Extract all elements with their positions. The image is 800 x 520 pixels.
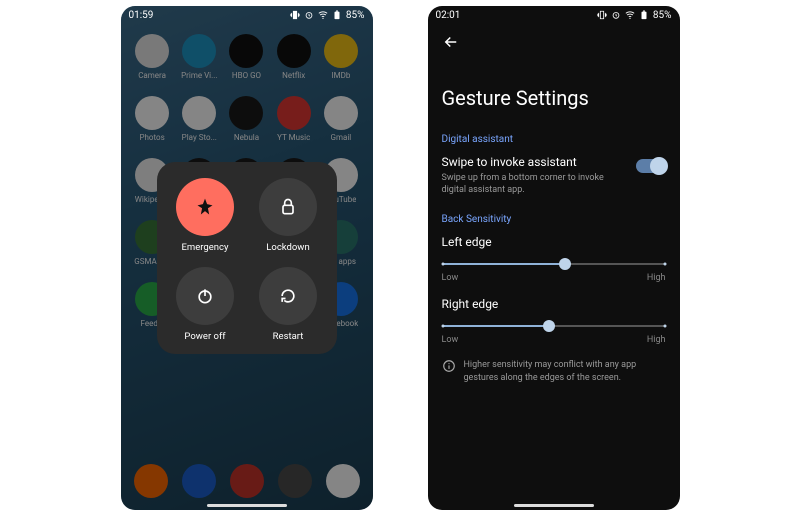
- status-battery: 85%: [653, 10, 672, 21]
- info-icon: [442, 359, 456, 373]
- status-time: 01:59: [129, 10, 154, 21]
- power-off-label: Power off: [184, 331, 225, 342]
- power-restart[interactable]: Restart: [250, 267, 327, 342]
- right-edge-label: Right edge: [442, 297, 666, 311]
- nav-home-pill[interactable]: [207, 504, 287, 507]
- phone-home: 01:59 85% CameraPrime Vi...HBO GONetflix…: [121, 6, 373, 510]
- battery-icon: [639, 10, 649, 20]
- power-off[interactable]: Power off: [167, 267, 244, 342]
- lock-icon: [259, 178, 317, 236]
- section-back-sensitivity: Back Sensitivity: [442, 214, 666, 225]
- status-icons: 85%: [597, 10, 672, 21]
- swipe-assistant-toggle[interactable]: [636, 159, 666, 173]
- right-edge-high: High: [647, 335, 666, 345]
- right-edge-block: Right edge Low High: [442, 297, 666, 345]
- section-digital-assistant: Digital assistant: [442, 134, 666, 145]
- vibrate-icon: [597, 10, 607, 20]
- left-edge-label: Left edge: [442, 235, 666, 249]
- power-icon: [176, 267, 234, 325]
- status-icons: 85%: [290, 10, 365, 21]
- restart-icon: [259, 267, 317, 325]
- page-title: Gesture Settings: [442, 86, 666, 110]
- back-button[interactable]: [442, 33, 460, 54]
- nav-home-pill[interactable]: [514, 504, 594, 507]
- left-edge-block: Left edge Low High: [442, 235, 666, 283]
- power-restart-label: Restart: [273, 331, 304, 342]
- status-time: 02:01: [436, 10, 461, 21]
- alarm-icon: [611, 10, 621, 20]
- power-lockdown[interactable]: Lockdown: [250, 178, 327, 253]
- wifi-icon: [318, 10, 328, 20]
- left-edge-high: High: [647, 273, 666, 283]
- status-bar: 02:01 85%: [428, 6, 680, 24]
- arrow-left-icon: [442, 33, 460, 51]
- battery-icon: [332, 10, 342, 20]
- status-battery: 85%: [346, 10, 365, 21]
- sensitivity-info-text: Higher sensitivity may conflict with any…: [464, 359, 666, 384]
- power-lockdown-label: Lockdown: [266, 242, 309, 253]
- phone-settings: 02:01 85% Gesture Settings Digital assis…: [428, 6, 680, 510]
- status-bar: 01:59 85%: [121, 6, 373, 24]
- sensitivity-info: Higher sensitivity may conflict with any…: [442, 359, 666, 384]
- vibrate-icon: [290, 10, 300, 20]
- power-emergency[interactable]: Emergency: [167, 178, 244, 253]
- swipe-assistant-sub: Swipe up from a bottom corner to invoke …: [442, 172, 626, 196]
- left-edge-low: Low: [442, 273, 459, 283]
- swipe-assistant-title: Swipe to invoke assistant: [442, 155, 626, 169]
- power-emergency-label: Emergency: [182, 242, 229, 253]
- right-edge-slider[interactable]: [443, 325, 665, 327]
- alarm-icon: [304, 10, 314, 20]
- emergency-icon: [176, 178, 234, 236]
- wifi-icon: [625, 10, 635, 20]
- right-edge-low: Low: [442, 335, 459, 345]
- power-menu: Emergency Lockdown Power off Restart: [157, 162, 337, 354]
- left-edge-slider[interactable]: [443, 263, 665, 265]
- swipe-assistant-row[interactable]: Swipe to invoke assistant Swipe up from …: [442, 155, 666, 196]
